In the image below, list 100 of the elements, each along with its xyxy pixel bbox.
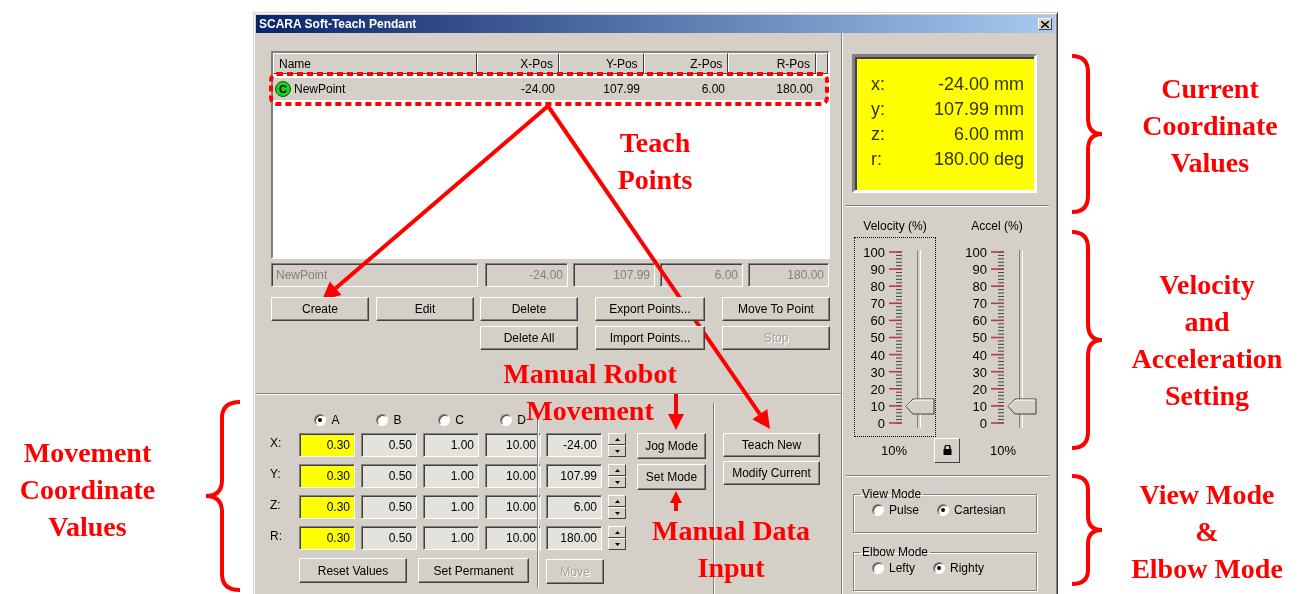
point-row[interactable]: C NewPoint -24.00 107.99 6.00 180.00 — [273, 78, 828, 100]
radio-button[interactable] — [500, 414, 513, 426]
teach-button[interactable]: Teach New — [723, 433, 820, 457]
action-button[interactable]: Delete — [480, 297, 578, 321]
step-field[interactable]: 10.00 — [485, 495, 541, 519]
radio-button[interactable] — [872, 562, 884, 574]
position-field[interactable]: -24.00 — [546, 433, 602, 457]
action-button[interactable]: Delete All — [480, 326, 578, 350]
slider[interactable]: 100 90 80 70 60 50 40 30 20 10 0 — [854, 237, 936, 437]
radio-button[interactable] — [376, 414, 389, 426]
position-field[interactable]: 6.00 — [546, 495, 602, 519]
tick-label: 80 — [972, 278, 987, 296]
position-field[interactable]: 107.99 — [546, 464, 602, 488]
spin-up-button[interactable] — [608, 433, 626, 445]
annotation-text: Current — [1161, 72, 1259, 106]
step-field[interactable]: 1.00 — [423, 526, 479, 550]
tick-label: 60 — [870, 312, 885, 330]
step-field[interactable]: 10.00 — [485, 433, 541, 457]
tick-label: 40 — [870, 346, 885, 364]
radio-label: Pulse — [889, 503, 920, 517]
position-field[interactable]: 180.00 — [546, 526, 602, 550]
spin-down-button[interactable] — [608, 538, 626, 550]
step-field[interactable]: 10.00 — [485, 526, 541, 550]
column-header[interactable]: R-Pos — [728, 53, 816, 74]
action-button[interactable]: Reset Values — [299, 558, 407, 583]
column-header[interactable]: Name — [273, 53, 478, 74]
close-button[interactable] — [1038, 18, 1052, 30]
step-field[interactable]: 0.30 — [299, 464, 355, 488]
action-button[interactable]: Edit — [376, 297, 474, 321]
table-cell-text: 107.99 — [602, 82, 641, 96]
spin-up-button[interactable] — [608, 495, 626, 507]
radio-button[interactable] — [933, 562, 945, 574]
coordinate-value: 107.99 mm — [933, 98, 1024, 121]
radio-label: B — [393, 413, 402, 427]
tick-label: 20 — [972, 380, 987, 398]
annotation-text: Values — [1170, 146, 1250, 180]
step-field[interactable]: 0.30 — [299, 495, 355, 519]
annotation-text: Elbow Mode — [1131, 552, 1283, 586]
step-field[interactable]: 0.30 — [299, 433, 355, 457]
tick-label: 50 — [972, 329, 987, 347]
column-header[interactable]: Y-Pos — [558, 53, 644, 74]
action-button[interactable]: Export Points... — [595, 297, 705, 321]
annotation-text: Setting — [1165, 379, 1249, 413]
mode-button[interactable]: Jog Mode — [637, 433, 706, 459]
action-button[interactable]: Set Permanent — [418, 558, 529, 583]
radio-button[interactable] — [314, 414, 327, 426]
coordinate-value: 6.00 mm — [953, 123, 1024, 146]
action-button[interactable]: Move To Point — [722, 297, 830, 321]
up-arrow-icon — [614, 437, 620, 441]
annotation-text: Movement — [23, 436, 152, 470]
step-field[interactable]: 1.00 — [423, 495, 479, 519]
axis-label: y: — [870, 98, 885, 121]
annotation-text: Velocity — [1159, 268, 1255, 302]
annotation-text: & — [1195, 515, 1219, 549]
tick-label: 70 — [870, 295, 885, 313]
step-field[interactable]: 10.00 — [485, 464, 541, 488]
axis-label: x: — [870, 73, 885, 96]
slider-thumb[interactable] — [905, 397, 935, 415]
slider-thumb[interactable] — [1007, 397, 1037, 415]
step-field[interactable]: 1.00 — [423, 464, 479, 488]
slider[interactable]: 100 90 80 70 60 50 40 30 20 10 0 — [956, 237, 1038, 437]
annotation-text: Values — [48, 510, 127, 544]
tick-label: 10 — [870, 397, 885, 415]
action-button[interactable]: Create — [271, 297, 369, 321]
spin-up-button[interactable] — [608, 464, 626, 476]
step-field[interactable]: 0.50 — [361, 464, 417, 488]
mode-button[interactable]: Set Mode — [637, 464, 706, 490]
down-arrow-icon — [614, 480, 620, 484]
step-field[interactable]: 0.50 — [361, 526, 417, 550]
down-arrow-icon — [614, 449, 620, 453]
radio-button[interactable] — [937, 504, 950, 516]
annotation-text: Manual Data — [652, 514, 810, 548]
step-field[interactable]: 0.50 — [361, 495, 417, 519]
slider-label: Accel (%) — [971, 219, 1023, 235]
annotation-text: and — [1184, 305, 1230, 339]
annotation-text: Input — [697, 551, 765, 585]
axis-label: Z: — [269, 497, 282, 514]
tick-label: 90 — [972, 261, 987, 279]
radio-button[interactable] — [872, 504, 884, 516]
spin-down-button[interactable] — [608, 507, 626, 519]
slider-label: Velocity (%) — [863, 219, 927, 235]
step-field[interactable]: 0.30 — [299, 526, 355, 550]
coordinate-value: -24.00 mm — [937, 73, 1024, 96]
tick-label: 40 — [972, 346, 987, 364]
axis-label: z: — [870, 123, 885, 146]
group-title: Elbow Mode — [861, 545, 930, 559]
teach-button[interactable]: Modify Current — [723, 461, 820, 485]
annotation-text: Acceleration — [1131, 342, 1283, 376]
column-header[interactable]: X-Pos — [477, 53, 559, 74]
spin-down-button[interactable] — [608, 445, 626, 457]
step-field[interactable]: 1.00 — [423, 433, 479, 457]
action-button[interactable]: Import Points... — [595, 326, 705, 350]
column-header[interactable]: Z-Pos — [643, 53, 729, 74]
lock-button[interactable] — [934, 437, 960, 463]
tick-label: 90 — [870, 261, 885, 279]
radio-button[interactable] — [438, 414, 451, 426]
spin-down-button[interactable] — [608, 476, 626, 488]
spin-up-button[interactable] — [608, 526, 626, 538]
radio-label: Righty — [950, 561, 985, 575]
step-field[interactable]: 0.50 — [361, 433, 417, 457]
